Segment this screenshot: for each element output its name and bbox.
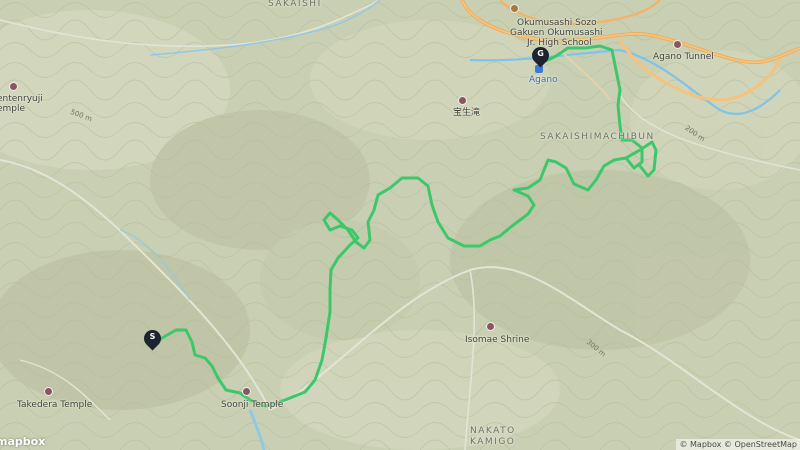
poi-kanji-label: 宝生滝	[453, 108, 481, 118]
place-label-nakato: NAKATO	[470, 426, 516, 436]
poi-takedera-temple-label: Takedera Temple	[17, 400, 93, 410]
place-label-sakaishimachibun: SAKAISHIMACHIBUN	[540, 132, 655, 142]
poi-soonji-icon[interactable]	[242, 387, 251, 400]
goal-marker-label: G	[537, 49, 544, 58]
poi-tenryuji-label-2: emple	[0, 104, 26, 114]
poi-isomae-icon[interactable]	[486, 322, 495, 335]
place-label-sakaishi: SAKAISHI	[268, 0, 322, 9]
poi-takedera-icon[interactable]	[44, 387, 53, 400]
start-marker-label: S	[149, 332, 156, 341]
mapbox-logo[interactable]: mapbox	[0, 435, 45, 448]
place-label-kamigo: KAMIGO	[470, 437, 516, 447]
poi-soonji-temple-label: Soonji Temple	[221, 400, 284, 410]
poi-school-icon[interactable]	[510, 4, 519, 17]
poi-agano-label: Agano	[529, 75, 558, 85]
map-attribution[interactable]: © Mapbox © OpenStreetMap	[676, 439, 800, 450]
start-marker[interactable]: S	[140, 326, 165, 352]
goal-marker[interactable]: G	[528, 43, 553, 69]
poi-agano-tunnel-label: Agano Tunnel	[653, 52, 714, 62]
map-canvas[interactable]: SAKAISHI SAKAISHIMACHIBUN NAKATO KAMIGO …	[0, 0, 800, 450]
poi-isomae-shrine-label: Isomae Shrine	[465, 335, 530, 345]
terrain-layer	[0, 0, 800, 450]
